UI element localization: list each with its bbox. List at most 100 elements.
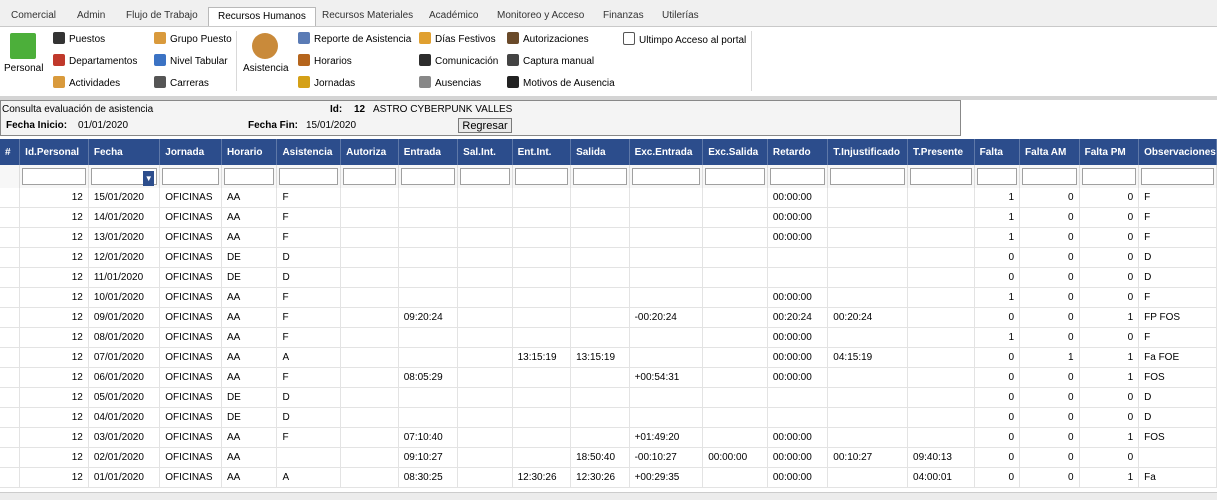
column-filter-input[interactable] [279,168,339,185]
column-filter-input[interactable] [162,168,219,185]
tab-utilerias[interactable]: Utilerías [662,10,699,21]
column-header[interactable]: Falta AM [1019,139,1080,165]
regresar-button[interactable]: Regresar [458,118,512,133]
column-header[interactable]: Salida [570,139,630,165]
departamentos-button[interactable]: Departamentos [53,54,137,70]
nivel-tabular-button[interactable]: Nivel Tabular [154,54,228,70]
table-row[interactable]: 12 14/01/2020 OFICINAS AA F 00:00:00 1 0 0 F [0,207,1217,228]
ultimo-acceso-button[interactable]: Ultimpo Acceso al portal [623,32,746,48]
column-header[interactable]: Falta [974,139,1021,165]
table-cell [512,227,572,248]
table-row[interactable]: 12 13/01/2020 OFICINAS AA F 00:00:00 1 0 0 F [0,227,1217,248]
table-cell: OFICINAS [159,327,222,348]
column-header[interactable]: Entrada [398,139,459,165]
column-header[interactable]: Id.Personal [19,139,89,165]
tab-monitoreo-y-acceso[interactable]: Monitoreo y Acceso [497,10,584,21]
puestos-button[interactable]: Puestos [53,32,105,48]
ausencias-button[interactable]: Ausencias [419,76,481,92]
table-cell: 1 [974,207,1021,228]
table-row[interactable]: 12 03/01/2020 OFICINAS AA F 07:10:40 +01:49:20… [0,427,1217,448]
column-filter-input[interactable] [705,168,765,185]
column-header[interactable]: Fecha [88,139,161,165]
column-header[interactable]: Observaciones [1138,139,1217,165]
column-filter-input[interactable] [1081,168,1137,185]
column-header[interactable]: Horario [221,139,278,165]
column-filter-input[interactable] [910,168,972,185]
asistencia-button[interactable]: Asistencia [243,33,289,74]
tab-flujo-de-trabajo[interactable]: Flujo de Trabajo [126,10,198,21]
autorizaciones-button[interactable]: Autorizaciones [507,32,589,48]
column-filter-input[interactable] [22,168,86,185]
column-filter-input[interactable] [223,168,275,185]
column-header[interactable]: Falta PM [1079,139,1140,165]
filter-cell [19,165,89,188]
table-cell [512,188,572,208]
table-row[interactable]: 12 07/01/2020 OFICINAS AA A 13:15:19 13:15:19 0… [0,347,1217,368]
captura-manual-button[interactable]: Captura manual [507,54,594,70]
column-header[interactable]: T.Presente [907,139,975,165]
column-filter-input[interactable] [631,168,701,185]
column-header[interactable]: Retardo [767,139,829,165]
column-header[interactable]: Autoriza [340,139,399,165]
table-row[interactable]: 12 15/01/2020 OFICINAS AA F 00:00:00 1 0 0 F [0,188,1217,208]
column-filter-input[interactable] [830,168,906,185]
actividades-button[interactable]: Actividades [53,76,120,92]
column-header[interactable]: Exc.Entrada [629,139,704,165]
tab-finanzas[interactable]: Finanzas [603,10,644,21]
filter-row: ▼ [0,165,1217,188]
tab-comercial[interactable]: Comercial [11,10,56,21]
column-header[interactable]: Ent.Int. [512,139,572,165]
table-row[interactable]: 12 08/01/2020 OFICINAS AA F 00:00:00 1 0 0 F [0,327,1217,348]
column-filter-input[interactable] [343,168,396,185]
comunicacion-button[interactable]: Comunicación [419,54,498,70]
column-filter-input[interactable] [514,168,569,185]
table-cell [457,267,513,288]
column-header[interactable]: Jornada [159,139,222,165]
table-cell: OFICINAS [159,207,222,228]
column-header[interactable]: T.Injustificado [827,139,909,165]
table-cell [827,207,909,228]
table-cell: 1 [974,327,1021,348]
column-filter-input[interactable] [976,168,1018,185]
dias-festivos-button[interactable]: Días Festivos [419,32,496,48]
fecha-filter-select[interactable]: ▼ [90,168,158,186]
table-row[interactable]: 12 02/01/2020 OFICINAS AA 09:10:27 18:50:40 -0… [0,447,1217,468]
carreras-button[interactable]: Carreras [154,76,209,92]
column-header[interactable]: Asistencia [276,139,342,165]
table-row[interactable]: 12 06/01/2020 OFICINAS AA F 08:05:29 +00:54:31… [0,367,1217,388]
chevron-down-icon[interactable]: ▼ [143,171,155,186]
table-cell [702,387,768,408]
column-header[interactable]: # [0,139,21,165]
column-filter-input[interactable] [769,168,826,185]
table-row[interactable]: 12 05/01/2020 OFICINAS DE D 0 0 0 D [0,387,1217,408]
column-filter-input[interactable] [1141,168,1214,185]
filter-cell [159,165,222,188]
column-filter-input[interactable] [400,168,456,185]
personal-button[interactable]: Personal [4,33,43,74]
column-filter-input[interactable] [1022,168,1077,185]
table-row[interactable]: 12 09/01/2020 OFICINAS AA F 09:20:24 -00:20:24… [0,307,1217,328]
column-filter-input[interactable] [460,168,510,185]
table-cell [629,387,704,408]
tab-recursos-materiales[interactable]: Recursos Materiales [322,10,413,21]
table-row[interactable]: 12 11/01/2020 OFICINAS DE D 0 0 0 D [0,267,1217,288]
table-cell: 0 [974,307,1021,328]
table-row[interactable]: 12 10/01/2020 OFICINAS AA F 00:00:00 1 0 0 F [0,287,1217,308]
horarios-button[interactable]: Horarios [298,54,352,70]
column-filter-input[interactable] [573,168,627,185]
table-row[interactable]: 12 04/01/2020 OFICINAS DE D 0 0 0 D [0,407,1217,428]
tab-academico[interactable]: Académico [429,10,478,21]
reporte-asistencia-button[interactable]: Reporte de Asistencia [298,32,411,48]
table-cell [827,227,909,248]
motivos-ausencia-button[interactable]: Motivos de Ausencia [507,76,615,92]
tab-admin[interactable]: Admin [77,10,105,21]
table-row[interactable]: 12 01/01/2020 OFICINAS AA A 08:30:25 12:30:26 1… [0,467,1217,488]
column-header[interactable]: Sal.Int. [457,139,513,165]
tab-recursos-humanos[interactable]: Recursos Humanos [208,7,316,26]
table-cell: 00:00:00 [767,207,829,228]
jornadas-button[interactable]: Jornadas [298,76,355,92]
grupo-puesto-button[interactable]: Grupo Puesto [154,32,232,48]
column-header[interactable]: Exc.Salida [702,139,768,165]
table-row[interactable]: 12 12/01/2020 OFICINAS DE D 0 0 0 D [0,247,1217,268]
table-cell: 12:30:26 [570,467,630,488]
